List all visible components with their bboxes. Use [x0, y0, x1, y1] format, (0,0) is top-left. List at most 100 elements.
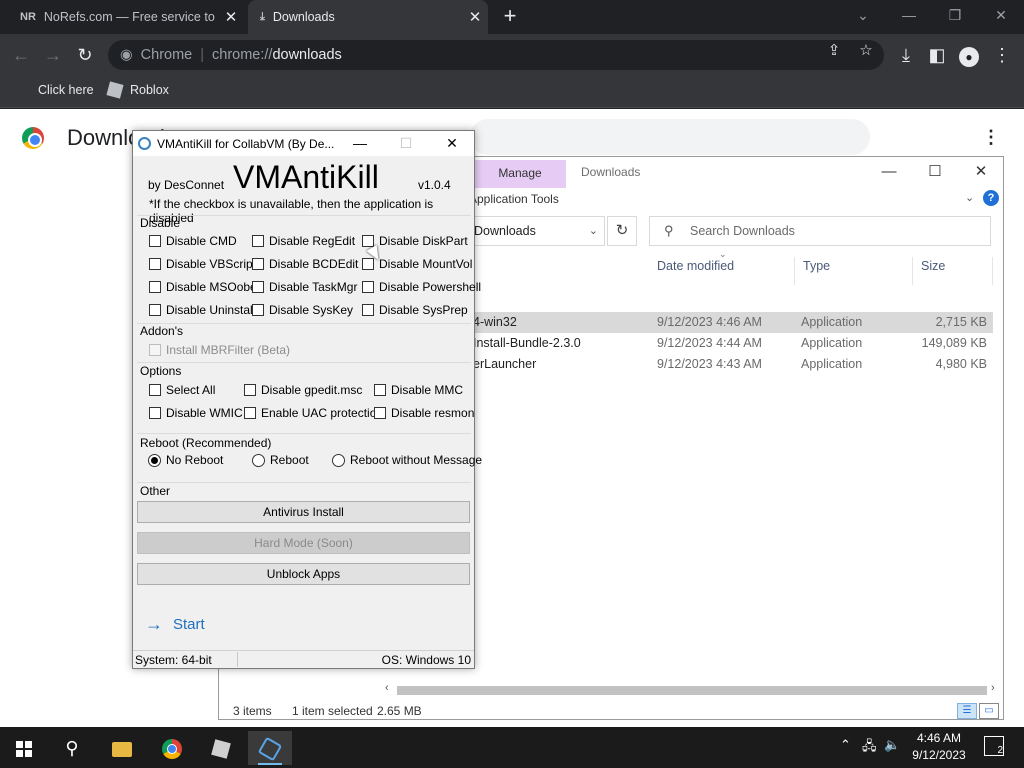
- downloads-icon[interactable]: ⤓: [893, 42, 919, 68]
- new-tab-button[interactable]: +: [498, 4, 522, 28]
- notification-center-icon[interactable]: 2: [984, 736, 1004, 756]
- checkbox-box[interactable]: [252, 304, 264, 316]
- restore-button[interactable]: ❐: [932, 0, 978, 34]
- file-row[interactable]: 4-win32 9/12/2023 4:46 AM Application 2,…: [459, 312, 993, 333]
- checkbox-box[interactable]: [244, 384, 256, 396]
- large-icons-view-icon[interactable]: ▭: [979, 703, 999, 719]
- checkbox-box[interactable]: [362, 304, 374, 316]
- taskbar-search-icon[interactable]: ⚲: [50, 731, 94, 765]
- radio-no-reboot[interactable]: No Reboot: [148, 453, 223, 467]
- checkbox-disable-wmic[interactable]: Disable WMIC: [149, 406, 243, 420]
- antivirus-install-button[interactable]: Antivirus Install: [137, 501, 470, 523]
- checkbox-box[interactable]: [252, 235, 264, 247]
- scrollbar-thumb[interactable]: [397, 686, 987, 695]
- taskbar-roblox[interactable]: [199, 731, 243, 765]
- bookmark-click-here[interactable]: Click here: [38, 83, 94, 97]
- tab-downloads[interactable]: ⤓ Downloads ✕: [248, 0, 488, 34]
- taskbar-clock[interactable]: 4:46 AM 9/12/2023: [904, 730, 974, 764]
- explorer-search-input[interactable]: ⚲ Search Downloads: [649, 216, 991, 246]
- checkbox-disable-syskey[interactable]: Disable SysKey: [252, 303, 353, 317]
- details-view-icon[interactable]: ☰: [957, 703, 977, 719]
- checkbox-box[interactable]: [149, 384, 161, 396]
- downloads-search-input[interactable]: [470, 119, 870, 155]
- minimize-button[interactable]: —: [886, 0, 932, 34]
- explorer-minimize-button[interactable]: —: [869, 161, 909, 183]
- column-size[interactable]: Size: [913, 257, 993, 285]
- checkbox-box[interactable]: [362, 281, 374, 293]
- expand-ribbon-icon[interactable]: ⌄: [965, 191, 974, 204]
- bookmark-star-icon[interactable]: ☆: [857, 41, 875, 59]
- checkbox-disable-resmon[interactable]: Disable resmon: [374, 406, 474, 420]
- checkbox-disable-powershell[interactable]: Disable Powershell: [362, 280, 481, 294]
- explorer-maximize-button[interactable]: ☐: [915, 161, 955, 183]
- start-button[interactable]: → Start: [145, 614, 205, 635]
- tab-search-icon[interactable]: ⌄: [840, 0, 886, 34]
- explorer-close-button[interactable]: ✕: [961, 161, 1001, 183]
- explorer-address-bar[interactable]: Downloads ⌄: [459, 216, 605, 246]
- checkbox-disable-msoobe[interactable]: Disable MSOobe: [149, 280, 257, 294]
- checkbox-disable-gpedit[interactable]: Disable gpedit.msc: [244, 383, 362, 397]
- chevron-down-icon[interactable]: ⌄: [589, 217, 598, 245]
- radio-reboot-without-message[interactable]: Reboot without Message: [332, 453, 482, 467]
- help-icon[interactable]: ?: [983, 190, 999, 206]
- scroll-left-icon[interactable]: ‹: [385, 682, 389, 694]
- application-tools-label[interactable]: Application Tools: [469, 192, 559, 206]
- checkbox-enable-uac-protection[interactable]: Enable UAC protection: [244, 406, 383, 420]
- checkbox-disable-regedit[interactable]: Disable RegEdit: [252, 234, 355, 248]
- close-window-button[interactable]: ✕: [978, 0, 1024, 34]
- checkbox-box[interactable]: [244, 407, 256, 419]
- taskbar-chrome[interactable]: [150, 731, 194, 765]
- checkbox-box[interactable]: [374, 407, 386, 419]
- file-row[interactable]: Install-Bundle-2.3.0 9/12/2023 4:44 AM A…: [459, 333, 993, 354]
- radio-dot[interactable]: [148, 453, 161, 467]
- column-type[interactable]: Type: [795, 257, 913, 285]
- scroll-right-icon[interactable]: ›: [991, 682, 995, 694]
- profile-icon[interactable]: ●: [956, 42, 982, 68]
- checkbox-disable-sysprep[interactable]: Disable SysPrep: [362, 303, 468, 317]
- checkbox-box[interactable]: [149, 235, 161, 247]
- checkbox-disable-taskmgr[interactable]: Disable TaskMgr: [252, 280, 357, 294]
- checkbox-disable-cmd[interactable]: Disable CMD: [149, 234, 237, 248]
- tab-norefs[interactable]: NR NoRefs.com — Free service to re ✕: [8, 0, 244, 34]
- checkbox-disable-mmc[interactable]: Disable MMC: [374, 383, 463, 397]
- checkbox-box[interactable]: [149, 258, 161, 270]
- reload-icon[interactable]: ↻: [72, 42, 98, 68]
- volume-muted-icon[interactable]: 🔈: [884, 737, 900, 753]
- checkbox-disable-uninstall[interactable]: Disable Uninstall: [149, 303, 255, 317]
- checkbox-disable-diskpart[interactable]: Disable DiskPart: [362, 234, 468, 248]
- tray-overflow-icon[interactable]: ⌃: [840, 737, 851, 753]
- address-bar[interactable]: ◉ Chrome | chrome://downloads: [108, 40, 884, 70]
- back-icon[interactable]: ←: [8, 42, 34, 68]
- forward-icon[interactable]: →: [40, 42, 66, 68]
- taskbar-vmantikill[interactable]: [248, 731, 292, 765]
- vmantikill-close-button[interactable]: ✕: [429, 132, 475, 155]
- refresh-button[interactable]: ↻: [607, 216, 637, 246]
- close-tab-icon[interactable]: ✕: [462, 8, 488, 26]
- radio-dot[interactable]: [332, 453, 345, 467]
- more-options-icon[interactable]: ⋮: [982, 127, 1000, 148]
- checkbox-box[interactable]: [374, 384, 386, 396]
- checkbox-disable-vbscript[interactable]: Disable VBScript: [149, 257, 256, 271]
- file-row[interactable]: erLauncher 9/12/2023 4:43 AM Application…: [459, 354, 993, 375]
- share-icon[interactable]: ⇪: [825, 41, 843, 59]
- bookmark-roblox[interactable]: Roblox: [106, 81, 169, 99]
- checkbox-box[interactable]: [252, 258, 264, 270]
- chrome-menu-icon[interactable]: ⋮: [989, 42, 1015, 68]
- close-tab-icon[interactable]: ✕: [218, 8, 244, 26]
- checkbox-box[interactable]: [149, 304, 161, 316]
- taskbar-file-explorer[interactable]: [100, 731, 144, 765]
- network-icon[interactable]: 🖧: [862, 737, 877, 759]
- column-date-modified[interactable]: Date modified: [649, 257, 795, 285]
- checkbox-select-all[interactable]: Select All: [149, 383, 215, 397]
- checkbox-disable-bcdedit[interactable]: Disable BCDEdit: [252, 257, 358, 271]
- checkbox-box[interactable]: [149, 407, 161, 419]
- horizontal-scrollbar[interactable]: ‹ ›: [383, 682, 1001, 697]
- start-menu-button[interactable]: [2, 731, 46, 765]
- vmantikill-minimize-button[interactable]: —: [337, 132, 383, 155]
- unblock-apps-button[interactable]: Unblock Apps: [137, 563, 470, 585]
- radio-dot[interactable]: [252, 453, 265, 467]
- checkbox-box[interactable]: [252, 281, 264, 293]
- radio-reboot[interactable]: Reboot: [252, 453, 309, 467]
- side-panel-icon[interactable]: ◧: [924, 42, 950, 68]
- checkbox-box[interactable]: [149, 281, 161, 293]
